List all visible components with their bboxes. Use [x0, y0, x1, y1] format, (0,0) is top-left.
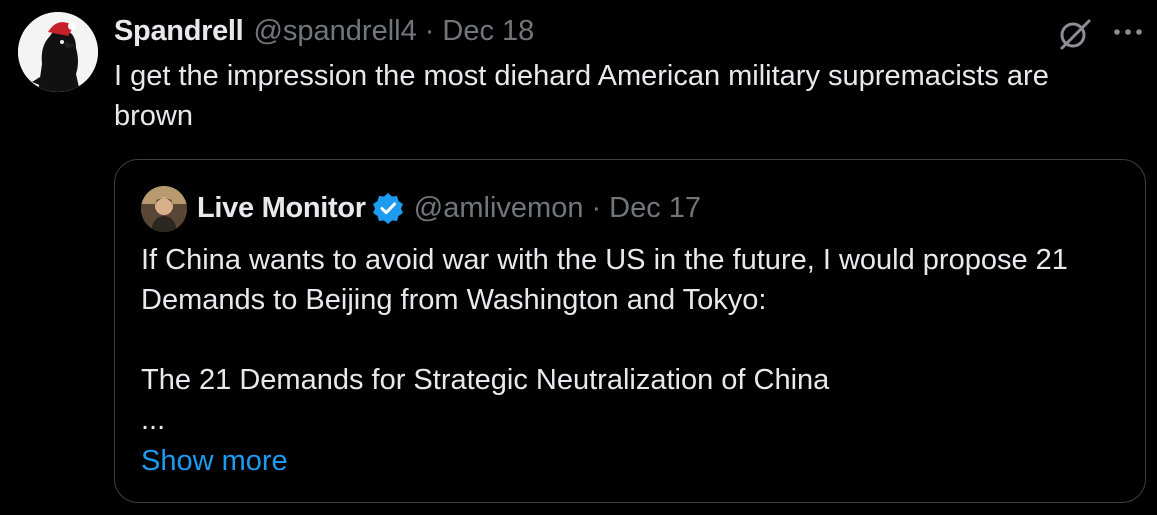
quoted-author-handle[interactable]: @amlivemon [414, 192, 584, 225]
quoted-author-name[interactable]: Live Monitor [197, 192, 366, 225]
quoted-tweet-text: If China wants to avoid war with the US … [141, 244, 1068, 436]
tweet-date[interactable]: Dec 18 [442, 15, 534, 48]
person-avatar-image [141, 186, 187, 232]
author-name[interactable]: Spandrell [114, 15, 244, 48]
quoted-author-avatar[interactable] [141, 186, 187, 232]
grok-icon[interactable] [1056, 15, 1094, 53]
author-handle[interactable]: @spandrell4 [253, 15, 416, 48]
header-separator: · [424, 14, 435, 47]
author-avatar[interactable] [18, 12, 98, 92]
tweet-text: I get the impression the most diehard Am… [114, 60, 1049, 132]
quoted-tweet-card[interactable]: Live Monitor @amlivemon · Dec 17 If Chin… [114, 159, 1146, 503]
more-options-icon[interactable] [1112, 24, 1144, 40]
quoted-header-separator: · [591, 191, 602, 224]
quoted-tweet-date[interactable]: Dec 17 [609, 192, 701, 225]
tweet-header: Spandrell @spandrell4 · Dec 18 [114, 12, 534, 50]
show-more-link[interactable]: Show more [141, 441, 288, 481]
verified-badge-icon [372, 193, 403, 224]
quoted-tweet-header: Live Monitor @amlivemon · Dec 17 [197, 188, 701, 228]
raven-avatar-image [18, 12, 98, 92]
